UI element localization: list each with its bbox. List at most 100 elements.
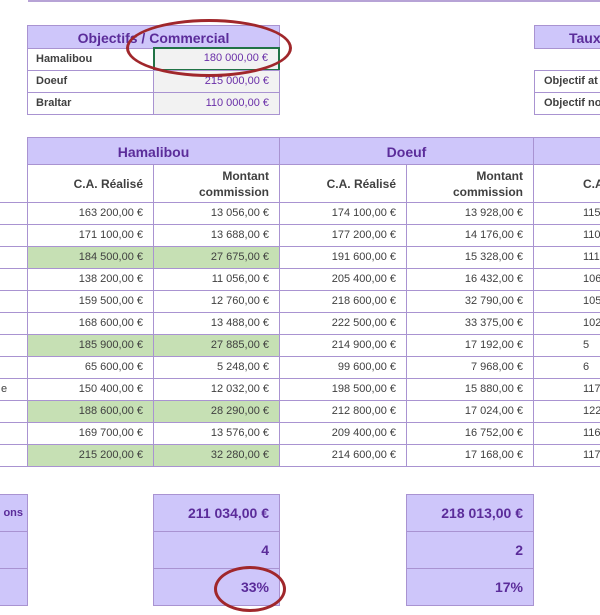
cell-d-ca[interactable]: 214 900,00 € [279, 334, 407, 357]
cell-next-ca[interactable]: 106 [533, 268, 600, 291]
row-label-stub[interactable] [0, 246, 28, 269]
cell-d-ca[interactable]: 212 800,00 € [279, 400, 407, 423]
col-header-h-commission-line2: commission [198, 184, 269, 199]
summary-h-count[interactable]: 4 [153, 531, 280, 569]
cell-h-ca[interactable]: 65 600,00 € [27, 356, 154, 379]
cell-h-commission[interactable]: 32 280,00 € [153, 444, 280, 467]
cell-d-commission[interactable]: 17 192,00 € [406, 334, 534, 357]
cell-h-commission[interactable]: 5 248,00 € [153, 356, 280, 379]
col-header-h-commission[interactable]: Montant commission [153, 164, 280, 203]
cell-d-ca[interactable]: 191 600,00 € [279, 246, 407, 269]
cell-d-commission[interactable]: 15 880,00 € [406, 378, 534, 401]
cell-h-commission[interactable]: 28 290,00 € [153, 400, 280, 423]
cell-h-commission[interactable]: 13 056,00 € [153, 202, 280, 225]
cell-h-ca[interactable]: 168 600,00 € [27, 312, 154, 335]
row-label-stub[interactable] [0, 290, 28, 313]
col-header-d-ca-label: C.A. Réalisé [326, 176, 396, 191]
sales-header-hamalibou[interactable]: Hamalibou [27, 137, 280, 165]
cell-d-ca[interactable]: 205 400,00 € [279, 268, 407, 291]
row-label-stub[interactable] [0, 422, 28, 445]
objective-name-braltar[interactable]: Braltar [27, 92, 154, 115]
annotation-circle-objective [126, 19, 292, 77]
cell-d-commission[interactable]: 7 968,00 € [406, 356, 534, 379]
cell-next-ca[interactable]: 6 [533, 356, 600, 379]
col-header-next-ca-label: C.A [583, 176, 600, 191]
cell-h-commission[interactable]: 12 032,00 € [153, 378, 280, 401]
summary-label-2[interactable] [0, 531, 28, 569]
cell-h-commission[interactable]: 12 760,00 € [153, 290, 280, 313]
sales-header-next[interactable] [533, 137, 600, 165]
row-label-stub[interactable] [0, 202, 28, 225]
cell-next-ca[interactable]: 105 [533, 290, 600, 313]
cell-d-ca[interactable]: 99 600,00 € [279, 356, 407, 379]
cell-next-ca[interactable]: 102 [533, 312, 600, 335]
cell-h-ca[interactable]: 185 900,00 € [27, 334, 154, 357]
cell-d-commission[interactable]: 32 790,00 € [406, 290, 534, 313]
cell-h-commission[interactable]: 13 688,00 € [153, 224, 280, 247]
objective-name-doeuf[interactable]: Doeuf [27, 70, 154, 93]
summary-d-total[interactable]: 218 013,00 € [406, 494, 534, 532]
cell-h-ca[interactable]: 188 600,00 € [27, 400, 154, 423]
cell-h-ca[interactable]: 215 200,00 € [27, 444, 154, 467]
taux-header[interactable]: Taux [534, 25, 600, 49]
cell-next-ca[interactable]: 5 [533, 334, 600, 357]
cell-d-ca[interactable]: 177 200,00 € [279, 224, 407, 247]
row-label-stub[interactable] [0, 334, 28, 357]
summary-label-3[interactable] [0, 568, 28, 606]
cell-h-ca[interactable]: 184 500,00 € [27, 246, 154, 269]
col-header-d-commission[interactable]: Montant commission [406, 164, 534, 203]
cell-d-ca[interactable]: 218 600,00 € [279, 290, 407, 313]
cell-h-commission[interactable]: 27 675,00 € [153, 246, 280, 269]
cell-h-commission[interactable]: 13 488,00 € [153, 312, 280, 335]
cell-h-commission[interactable]: 27 885,00 € [153, 334, 280, 357]
cell-d-commission[interactable]: 17 168,00 € [406, 444, 534, 467]
cell-d-ca[interactable]: 174 100,00 € [279, 202, 407, 225]
cell-next-ca[interactable]: 110 [533, 224, 600, 247]
row-label-stub[interactable] [0, 312, 28, 335]
row-label-stub[interactable] [0, 356, 28, 379]
row-label-stub[interactable] [0, 444, 28, 467]
cell-next-ca[interactable]: 115 [533, 202, 600, 225]
cell-d-commission[interactable]: 13 928,00 € [406, 202, 534, 225]
summary-label-partial[interactable]: ons [0, 494, 28, 532]
cell-next-ca[interactable]: 122 [533, 400, 600, 423]
cell-next-ca[interactable]: 117 [533, 378, 600, 401]
cell-d-ca[interactable]: 214 600,00 € [279, 444, 407, 467]
cell-next-ca[interactable]: 117 [533, 444, 600, 467]
col-header-h-ca[interactable]: C.A. Réalisé [27, 164, 154, 203]
col-header-d-commission-line1: Montant [476, 168, 523, 183]
cell-h-ca[interactable]: 163 200,00 € [27, 202, 154, 225]
row-label-stub[interactable] [0, 268, 28, 291]
cell-h-ca[interactable]: 138 200,00 € [27, 268, 154, 291]
cell-h-commission[interactable]: 11 056,00 € [153, 268, 280, 291]
taux-label-objectif-atteint[interactable]: Objectif at [534, 70, 600, 93]
cell-h-ca[interactable]: 169 700,00 € [27, 422, 154, 445]
cell-d-commission[interactable]: 17 024,00 € [406, 400, 534, 423]
row-label-stub[interactable] [0, 224, 28, 247]
summary-d-count[interactable]: 2 [406, 531, 534, 569]
cell-h-ca[interactable]: 150 400,00 € [27, 378, 154, 401]
taux-label-objectif-non[interactable]: Objectif no [534, 92, 600, 115]
summary-d-pct[interactable]: 17% [406, 568, 534, 606]
cell-d-commission[interactable]: 15 328,00 € [406, 246, 534, 269]
cell-d-ca[interactable]: 222 500,00 € [279, 312, 407, 335]
objective-value-braltar[interactable]: 110 000,00 € [153, 92, 280, 115]
cell-next-ca[interactable]: 111 [533, 246, 600, 269]
row-label-stub[interactable] [0, 400, 28, 423]
cell-d-commission[interactable]: 14 176,00 € [406, 224, 534, 247]
col-header-d-commission-line2: commission [452, 184, 523, 199]
col-header-d-ca[interactable]: C.A. Réalisé [279, 164, 407, 203]
cell-d-commission[interactable]: 16 432,00 € [406, 268, 534, 291]
summary-h-total[interactable]: 211 034,00 € [153, 494, 280, 532]
cell-next-ca[interactable]: 116 [533, 422, 600, 445]
sales-header-doeuf[interactable]: Doeuf [279, 137, 534, 165]
cell-d-ca[interactable]: 209 400,00 € [279, 422, 407, 445]
cell-d-commission[interactable]: 16 752,00 € [406, 422, 534, 445]
row-label-stub[interactable]: e [0, 378, 28, 401]
cell-h-ca[interactable]: 171 100,00 € [27, 224, 154, 247]
cell-h-ca[interactable]: 159 500,00 € [27, 290, 154, 313]
col-header-next-ca[interactable]: C.A [533, 164, 600, 203]
cell-d-ca[interactable]: 198 500,00 € [279, 378, 407, 401]
cell-d-commission[interactable]: 33 375,00 € [406, 312, 534, 335]
cell-h-commission[interactable]: 13 576,00 € [153, 422, 280, 445]
